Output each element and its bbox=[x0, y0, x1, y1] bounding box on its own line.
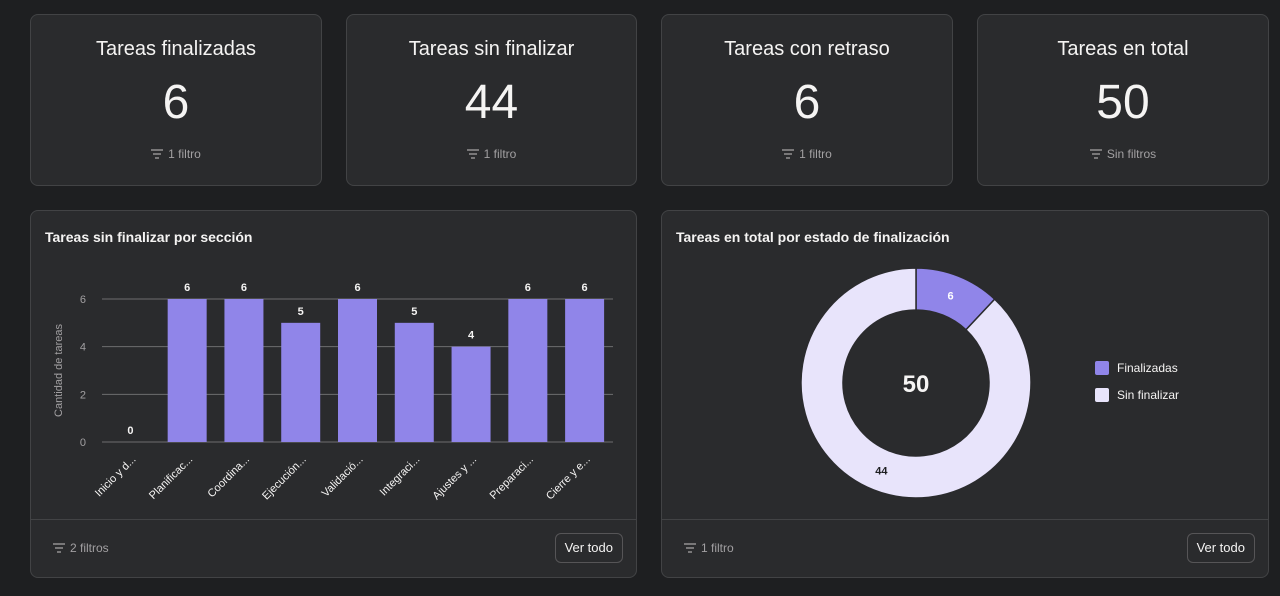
stat-title: Tareas con retraso bbox=[724, 38, 890, 60]
filter-icon bbox=[684, 543, 696, 553]
filter-icon bbox=[466, 149, 479, 159]
y-tick-label: 4 bbox=[80, 342, 86, 354]
legend-item-sin-finalizar[interactable]: Sin finalizar bbox=[1095, 388, 1179, 402]
stat-title: Tareas finalizadas bbox=[95, 38, 257, 60]
x-tick-label: Inicio y d... bbox=[93, 454, 139, 500]
x-tick-label: Integraci... bbox=[378, 454, 423, 499]
footer-filter[interactable]: 2 filtros bbox=[53, 541, 109, 555]
bar[interactable] bbox=[451, 346, 491, 442]
bar-data-label: 0 bbox=[127, 425, 133, 437]
legend-label: Sin finalizar bbox=[1117, 388, 1180, 402]
stat-title: Tareas sin finalizar bbox=[408, 38, 575, 60]
ver-todo-button[interactable]: Ver todo bbox=[554, 533, 623, 563]
bar[interactable] bbox=[281, 322, 321, 442]
stat-value: 6 bbox=[162, 76, 190, 129]
x-tick-label: Planificac... bbox=[147, 454, 195, 502]
bar-data-label: 5 bbox=[411, 306, 417, 318]
stat-card-sin-finalizar[interactable]: Tareas sin finalizar 44 1 filtro bbox=[346, 14, 637, 186]
x-tick-label: Cierre y e... bbox=[544, 454, 593, 503]
donut-center-total: 50 bbox=[903, 371, 930, 398]
stat-filter[interactable]: 1 filtro bbox=[347, 147, 636, 161]
y-tick-label: 2 bbox=[80, 389, 86, 401]
x-tick-label: Preparaci... bbox=[488, 454, 536, 502]
filter-icon bbox=[53, 543, 65, 553]
bar-data-label: 6 bbox=[582, 282, 588, 294]
legend-swatch bbox=[1095, 361, 1109, 375]
donut-chart-card: Tareas en total por estado de finalizaci… bbox=[661, 210, 1269, 578]
bar-data-label: 6 bbox=[241, 282, 247, 294]
stat-filter-label: 1 filtro bbox=[168, 147, 201, 161]
stat-value: 50 bbox=[1096, 76, 1150, 129]
x-tick-label: Validació... bbox=[320, 454, 366, 500]
stat-filter[interactable]: 1 filtro bbox=[31, 147, 321, 161]
filter-icon bbox=[1089, 149, 1102, 159]
slice-data-label: 44 bbox=[875, 465, 888, 477]
footer-filter[interactable]: 1 filtro bbox=[684, 541, 734, 555]
x-tick-label: Ejecución... bbox=[260, 454, 309, 503]
footer-filter-label: 2 filtros bbox=[70, 541, 109, 555]
stat-card-con-retraso[interactable]: Tareas con retraso 6 1 filtro bbox=[661, 14, 953, 186]
stat-value: 44 bbox=[464, 76, 519, 129]
y-tick-label: 0 bbox=[80, 437, 86, 449]
chart-legend: Finalizadas Sin finalizar bbox=[1095, 361, 1179, 415]
bar[interactable] bbox=[394, 322, 434, 442]
x-tick-label: Coordina... bbox=[206, 454, 253, 501]
stat-filter-label: Sin filtros bbox=[1106, 147, 1157, 161]
bar-data-label: 6 bbox=[525, 282, 531, 294]
bar-data-label: 4 bbox=[468, 330, 475, 342]
stat-filter[interactable]: 1 filtro bbox=[662, 147, 952, 161]
bar-data-label: 5 bbox=[298, 306, 304, 318]
chart-footer: 2 filtros Ver todo bbox=[31, 519, 636, 577]
footer-filter-label: 1 filtro bbox=[701, 541, 734, 555]
stat-filter-label: 1 filtro bbox=[483, 147, 517, 161]
stat-filter[interactable]: Sin filtros bbox=[978, 147, 1268, 161]
bar-data-label: 6 bbox=[184, 282, 190, 294]
bar[interactable] bbox=[224, 299, 264, 442]
legend-swatch bbox=[1095, 388, 1109, 402]
donut-chart: 6 44 50 bbox=[800, 267, 1032, 499]
stat-card-finalizadas[interactable]: Tareas finalizadas 6 1 filtro bbox=[30, 14, 322, 186]
stat-filter-label: 1 filtro bbox=[799, 147, 832, 161]
y-axis-label: Cantidad de tareas bbox=[53, 324, 65, 417]
bar[interactable] bbox=[167, 299, 207, 442]
bar-chart: 0 2 4 6 Cantidad de tareas 0 Inicio y d... 6 Pla… bbox=[53, 282, 613, 503]
chart-footer: 1 filtro Ver todo bbox=[662, 519, 1268, 577]
bar[interactable] bbox=[338, 299, 377, 442]
legend-label: Finalizadas bbox=[1117, 361, 1178, 375]
bar[interactable] bbox=[508, 299, 548, 442]
stat-value: 6 bbox=[793, 76, 821, 129]
legend-item-finalizadas[interactable]: Finalizadas bbox=[1095, 361, 1179, 375]
slice-data-label: 6 bbox=[948, 291, 954, 303]
filter-icon bbox=[151, 149, 164, 159]
ver-todo-button[interactable]: Ver todo bbox=[1186, 533, 1255, 563]
x-tick-label: Ajustes y ... bbox=[430, 454, 479, 503]
stat-title: Tareas en total bbox=[1057, 38, 1189, 60]
filter-icon bbox=[782, 149, 795, 159]
bar[interactable] bbox=[565, 299, 605, 442]
stat-card-en-total[interactable]: Tareas en total 50 Sin filtros bbox=[977, 14, 1269, 186]
bar-data-label: 6 bbox=[354, 282, 360, 294]
y-tick-label: 6 bbox=[80, 294, 86, 306]
bar-chart-card: Tareas sin finalizar por sección 0 2 4 6 Can… bbox=[30, 210, 637, 578]
